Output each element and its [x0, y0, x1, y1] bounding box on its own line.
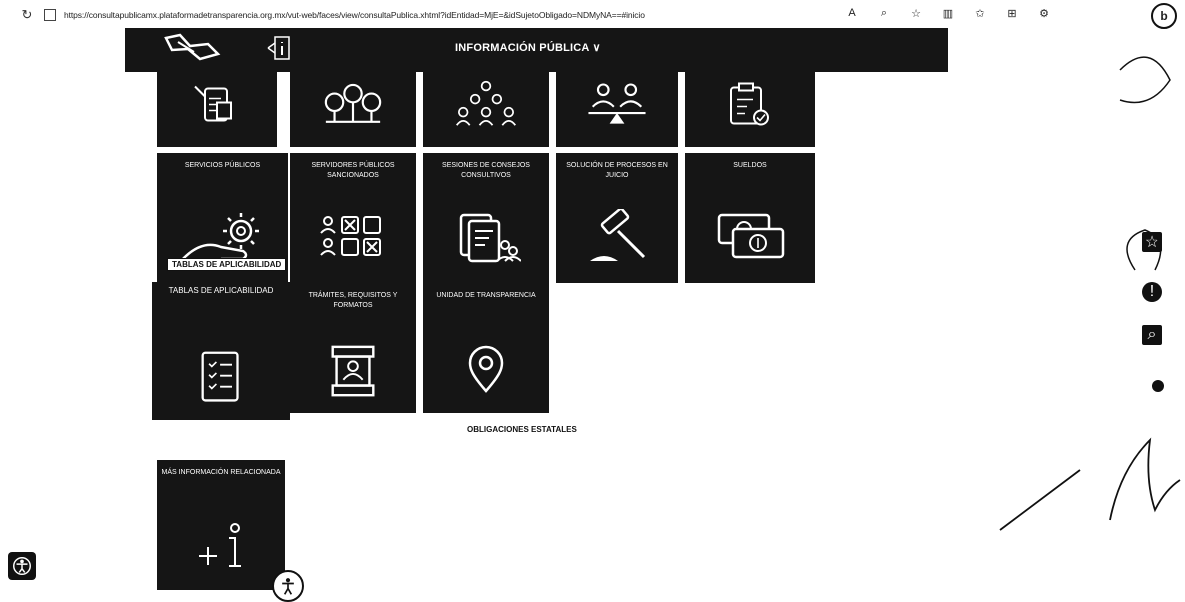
browser-toolbar: A ⌕ ☆ ▥ ✩ ⊞ ⚙: [845, 6, 1051, 20]
tooltip-tablas: TABLAS DE APLICABILIDAD: [167, 258, 287, 271]
tile-label: SUELDOS: [733, 162, 767, 169]
url-field[interactable]: https://consultapublicamx.plataformadetr…: [64, 10, 645, 20]
gavel-icon: [590, 209, 646, 261]
accessibility-icon[interactable]: [8, 552, 36, 580]
collections-icon[interactable]: ⊞: [1005, 6, 1019, 20]
checklist-icon: [201, 351, 239, 402]
public-info-menu[interactable]: INFORMACIÓN PÚBLICA ∨: [455, 41, 601, 54]
tile-row1-2[interactable]: [290, 72, 416, 147]
tile-servidores-sancionados[interactable]: SERVIDORES PÚBLICOS SANCIONADOS: [290, 153, 416, 283]
services-icon: [194, 85, 232, 122]
money-bills-icon: [717, 213, 785, 259]
coins-tree-icon: [324, 83, 382, 123]
tile-label: SESIONES DE CONSEJOS CONSULTIVOS: [442, 162, 530, 179]
tile-label: SOLUCIÓN DE PROCESOS EN JUICIO: [566, 162, 668, 179]
tile-sesiones-consejos[interactable]: SESIONES DE CONSEJOS CONSULTIVOS: [423, 153, 549, 283]
tile-sueldos[interactable]: SUELDOS: [685, 153, 815, 283]
zoom-icon[interactable]: ⌕: [877, 6, 891, 20]
tile-label: MÁS INFORMACIÓN RELACIONADA: [161, 469, 281, 476]
tile-label: SERVICIOS PÚBLICOS: [184, 162, 261, 169]
tile-row1-4[interactable]: [556, 72, 678, 147]
favorite-icon[interactable]: ☆: [909, 6, 923, 20]
tile-mas-informacion[interactable]: MÁS INFORMACIÓN RELACIONADA: [157, 460, 285, 590]
tile-label: SERVIDORES PÚBLICOS SANCIONADOS: [311, 162, 395, 179]
lock-icon: [44, 9, 56, 21]
sanctioned-people-icon: [320, 216, 381, 256]
accessibility-badge-icon[interactable]: [272, 570, 304, 602]
info-icon[interactable]: [265, 33, 295, 63]
section-heading: OBLIGACIONES ESTATALES: [467, 425, 577, 434]
chevron-down-icon: ∨: [592, 42, 601, 54]
tile-row1-5[interactable]: [685, 72, 815, 147]
tile-label: UNIDAD DE TRANSPARENCIA: [436, 292, 536, 299]
tile-row1-1[interactable]: [157, 72, 277, 147]
plus-info-icon: [199, 523, 241, 567]
split-screen-icon[interactable]: ▥: [941, 6, 955, 20]
refresh-icon[interactable]: ↻: [20, 7, 34, 22]
site-logo[interactable]: [160, 32, 224, 62]
people-group-icon: [455, 80, 517, 126]
extensions-icon[interactable]: ⚙: [1037, 6, 1051, 20]
balance-people-icon: [588, 83, 646, 124]
tile-label: TABLAS DE APLICABILIDAD: [168, 286, 274, 295]
tile-tramites[interactable]: TRÁMITES, REQUISITOS Y FORMATOS: [290, 283, 416, 413]
public-info-menu-label: INFORMACIÓN PÚBLICA: [455, 42, 590, 54]
tile-unidad-transparencia[interactable]: UNIDAD DE TRANSPARENCIA: [423, 283, 549, 413]
handwritten-scribbles: [999, 56, 1181, 531]
location-pin-icon: [468, 345, 504, 393]
documents-people-icon: [459, 213, 521, 263]
tile-label: TRÁMITES, REQUISITOS Y FORMATOS: [308, 292, 398, 309]
tile-tablas-aplicabilidad[interactable]: TABLAS DE APLICABILIDAD: [152, 282, 290, 420]
service-desk-icon: [331, 345, 375, 397]
tile-row1-3[interactable]: [423, 72, 549, 147]
top-navigation-bar: INFORMACIÓN PÚBLICA ∨: [125, 28, 948, 72]
tile-solucion-procesos[interactable]: SOLUCIÓN DE PROCESOS EN JUICIO: [556, 153, 678, 283]
clipboard-check-icon: [730, 82, 769, 126]
favorites-bar-icon[interactable]: ✩: [973, 6, 987, 20]
read-aloud-icon[interactable]: A: [845, 6, 859, 20]
